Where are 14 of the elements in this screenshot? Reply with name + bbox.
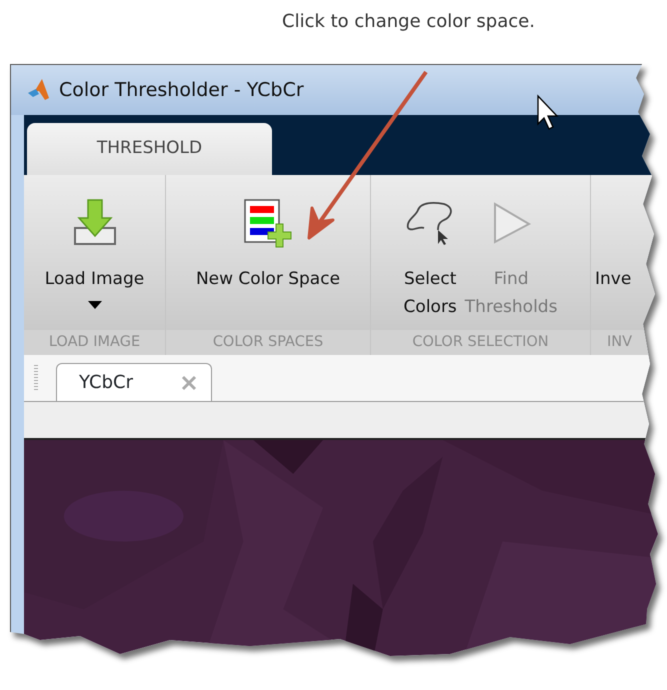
callout-text: Click to change color space.: [281, 10, 536, 34]
window-title: Color Thresholder - YCbCr: [59, 78, 304, 103]
toolbar-button[interactable]: Select Colors: [400, 181, 461, 330]
group-label: COLOR SPACES: [166, 330, 370, 355]
pointer-icon: [537, 94, 559, 130]
close-icon[interactable]: [181, 374, 197, 390]
group-label: LOAD IMAGE: [24, 330, 165, 355]
ribbon-tab[interactable]: THRESHOLD: [27, 123, 272, 175]
document-tab[interactable]: YCbCr: [56, 363, 212, 401]
app-logo-icon: [27, 78, 51, 102]
download-icon: [72, 198, 118, 248]
drag-grip[interactable]: [34, 365, 38, 391]
group-label: COLOR SELECTION: [371, 330, 590, 355]
color-bars-add-icon: [242, 198, 293, 248]
